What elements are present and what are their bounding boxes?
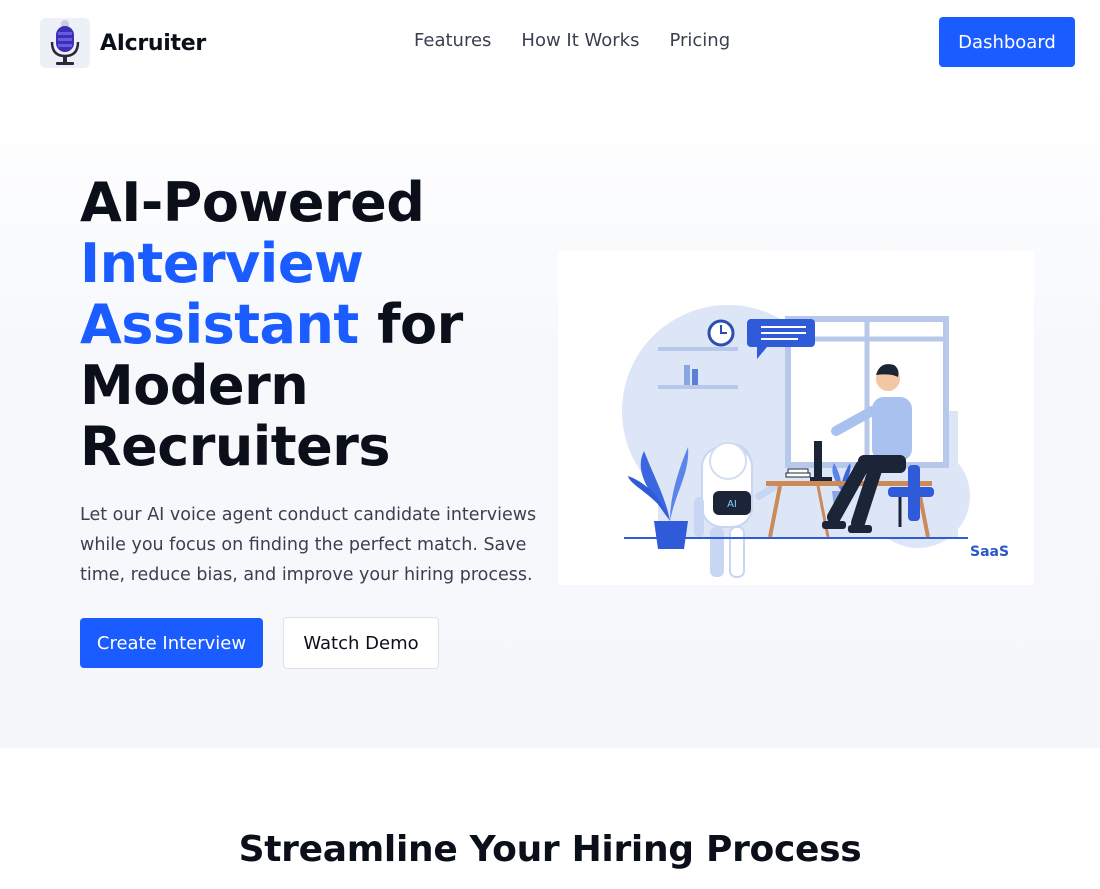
robot-screen-label: AI	[727, 499, 737, 510]
watch-demo-button[interactable]: Watch Demo	[283, 617, 439, 669]
illustration-tag: SaaS	[970, 544, 1010, 560]
nav-pricing[interactable]: Pricing	[669, 30, 730, 51]
microphone-logo-icon	[40, 18, 90, 68]
streamline-section-title: Streamline Your Hiring Process	[238, 829, 862, 870]
site-header: AIcruiter Features How It Works Pricing …	[0, 0, 1100, 86]
hero-headline: AI-Powered Interview Assistant for Moder…	[80, 172, 560, 477]
headline-line-1: AI-Powered	[80, 171, 425, 234]
nav-how-it-works[interactable]: How It Works	[521, 30, 639, 51]
main-nav: Features How It Works Pricing	[414, 30, 730, 51]
brand-name: AIcruiter	[100, 30, 206, 56]
hero-section: AI-Powered Interview Assistant for Moder…	[0, 86, 1100, 748]
headline-accent: Interview Assistant	[80, 232, 364, 356]
dashboard-button[interactable]: Dashboard	[939, 17, 1075, 67]
brand-link[interactable]: AIcruiter	[40, 18, 206, 68]
robot-interview-illustration: AI	[622, 305, 970, 578]
hero-illustration: AI SaaS	[558, 251, 1034, 585]
hero-description: Let our AI voice agent conduct candidate…	[80, 505, 537, 585]
nav-features[interactable]: Features	[414, 30, 491, 51]
create-interview-button[interactable]: Create Interview	[80, 618, 263, 668]
